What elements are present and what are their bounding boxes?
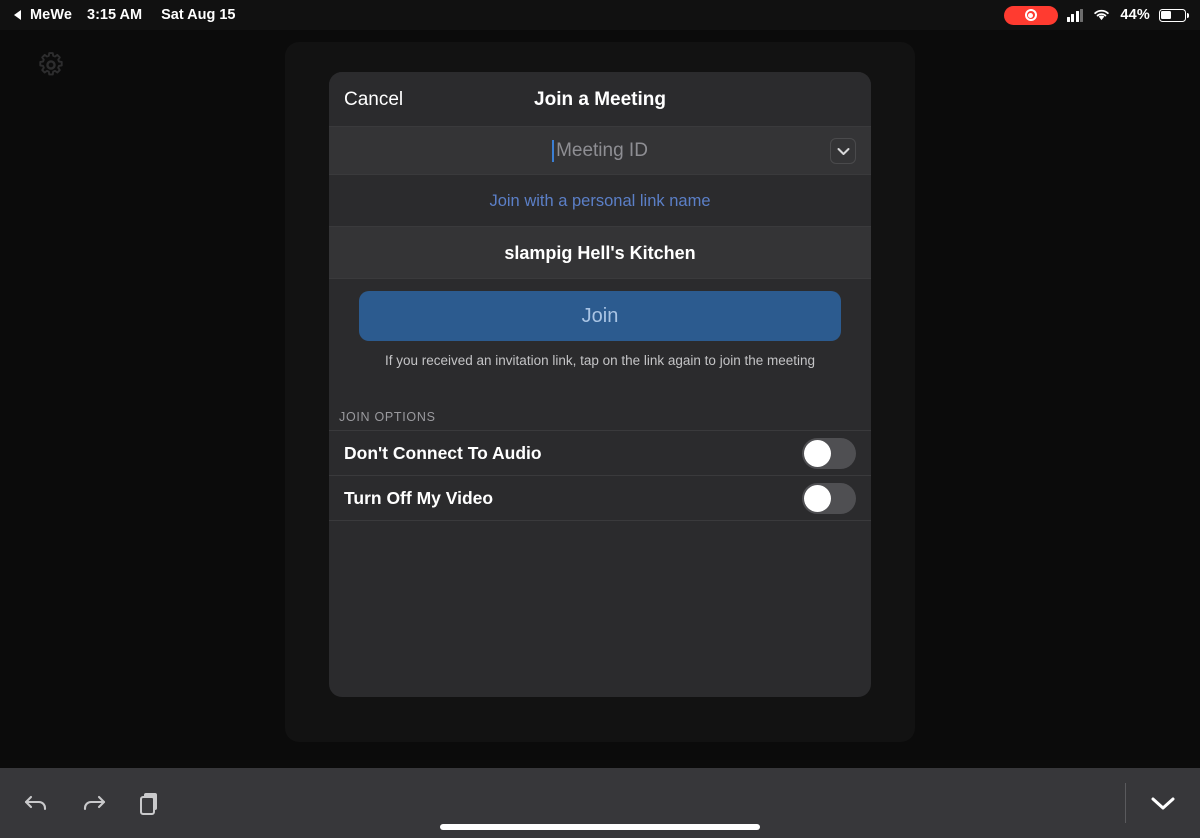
undo-icon (24, 795, 47, 811)
screen-recording-icon[interactable] (1003, 5, 1058, 25)
toolbar-right-group (1124, 783, 1179, 823)
meeting-id-row[interactable]: Meeting ID (329, 127, 871, 175)
toggle-knob (804, 440, 831, 467)
status-bar-right: 44% (1003, 5, 1189, 25)
join-button[interactable]: Join (359, 291, 841, 341)
toggle-turn-off-video[interactable] (802, 483, 856, 514)
status-bar-left: MeWe 3:15 AM Sat Aug 15 (14, 7, 236, 23)
modal-header: Cancel Join a Meeting (329, 72, 871, 127)
join-options-header: JOIN OPTIONS (329, 368, 871, 430)
meeting-id-input[interactable]: Meeting ID (344, 140, 856, 162)
status-bar-time: 3:15 AM (87, 7, 143, 23)
display-name-value: slampig Hell's Kitchen (504, 242, 696, 263)
device-screen: MeWe 3:15 AM Sat Aug 15 44% Cancel Join … (0, 0, 1200, 838)
toolbar-left-group (22, 788, 164, 818)
chevron-down-icon (837, 147, 849, 155)
personal-link-row[interactable]: Join with a personal link name (329, 175, 871, 227)
meeting-id-dropdown-button[interactable] (830, 138, 856, 164)
status-bar-date: Sat Aug 15 (161, 7, 236, 23)
meeting-id-placeholder: Meeting ID (556, 140, 648, 161)
back-to-app-label[interactable]: MeWe (30, 7, 72, 23)
paste-button[interactable] (134, 788, 164, 818)
dismiss-keyboard-button[interactable] (1148, 788, 1178, 818)
chevron-down-icon (1151, 797, 1175, 809)
display-name-row[interactable]: slampig Hell's Kitchen (329, 227, 871, 279)
text-caret (552, 140, 555, 162)
join-meeting-modal: Cancel Join a Meeting Meeting ID Join wi… (329, 72, 871, 697)
option-label-audio: Don't Connect To Audio (344, 443, 542, 463)
join-hint-text: If you received an invitation link, tap … (384, 353, 816, 368)
battery-icon (1159, 8, 1189, 22)
cancel-button[interactable]: Cancel (329, 89, 403, 111)
modal-title: Join a Meeting (534, 88, 666, 110)
gear-icon[interactable] (36, 50, 66, 80)
redo-icon (83, 795, 106, 811)
back-triangle-icon[interactable] (14, 10, 21, 20)
divider (1124, 783, 1126, 823)
cellular-signal-icon (1066, 8, 1084, 22)
toggle-knob (804, 485, 831, 512)
toggle-dont-connect-audio[interactable] (802, 438, 856, 469)
join-action-block: Join If you received an invitation link,… (329, 279, 871, 368)
redo-button[interactable] (78, 788, 108, 818)
option-label-video: Turn Off My Video (344, 488, 494, 508)
undo-button[interactable] (22, 788, 52, 818)
option-row-audio[interactable]: Don't Connect To Audio (329, 431, 871, 476)
wifi-icon (1094, 9, 1110, 21)
paste-icon (140, 793, 157, 815)
home-indicator[interactable] (440, 824, 760, 830)
join-button-label: Join (581, 304, 619, 327)
battery-percent-label: 44% (1120, 7, 1150, 23)
personal-link-label[interactable]: Join with a personal link name (489, 192, 710, 211)
join-options-title: JOIN OPTIONS (339, 410, 436, 424)
option-row-video[interactable]: Turn Off My Video (329, 476, 871, 521)
status-bar: MeWe 3:15 AM Sat Aug 15 44% (0, 0, 1200, 30)
